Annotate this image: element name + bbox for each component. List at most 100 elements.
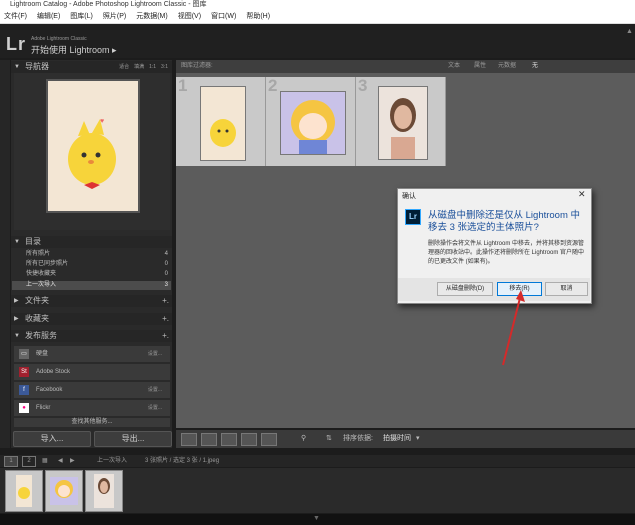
collections-label: 收藏夹 [25, 314, 49, 323]
collapsed-arrow-icon: ▶ [14, 298, 19, 304]
menu-edit[interactable]: 编辑(E) [37, 10, 60, 23]
portrait-filmstrip-art [94, 474, 114, 508]
publish-service-hard-drive[interactable]: ▭ 硬盘 设置... [14, 346, 170, 362]
menu-view[interactable]: 视图(V) [178, 10, 201, 23]
window-title-bar: Lightroom Catalog - Adobe Photoshop Ligh… [0, 0, 635, 10]
catalog-item-previous-import[interactable]: 上一次导入 3 [12, 281, 171, 290]
filmstrip-source[interactable]: 上一次导入 [97, 455, 127, 467]
zoom-fill[interactable]: 填满 [134, 64, 144, 70]
grid-cell[interactable]: 1 [176, 76, 266, 166]
zoom-3-1[interactable]: 3:1 [161, 64, 168, 70]
back-icon[interactable]: ◀ [58, 455, 63, 467]
sort-direction-icon[interactable]: ⇅ [326, 430, 332, 448]
menu-photo[interactable]: 照片(P) [103, 10, 126, 23]
find-more-services-link[interactable]: 查找其他服务... [14, 418, 170, 427]
add-folder-icon[interactable]: +. [162, 295, 169, 307]
filmstrip-thumbnail[interactable] [45, 470, 83, 512]
folders-header[interactable]: ▶ 文件夹 +. [11, 295, 172, 307]
cell-index: 2 [268, 76, 278, 95]
menu-help[interactable]: 帮助(H) [246, 10, 270, 23]
grid-view-icon[interactable] [181, 433, 197, 446]
sort-dropdown-icon[interactable]: ▾ [416, 430, 420, 448]
import-button[interactable]: 导入... [13, 431, 91, 447]
navigator-header[interactable]: ▼ 导航器 适合 填满 1:1 3:1 [11, 61, 172, 73]
bottom-panel-toggle[interactable]: ▼ [0, 514, 635, 525]
expand-arrow-icon: ▼ [14, 333, 20, 339]
zoom-1-1[interactable]: 1:1 [149, 64, 156, 70]
collapsed-arrow-icon: ▶ [14, 316, 19, 322]
svg-text:♥: ♥ [100, 118, 104, 125]
catalog-label: 目录 [25, 237, 41, 246]
loupe-view-icon[interactable] [201, 433, 217, 446]
expand-arrow-icon: ▼ [14, 239, 20, 245]
catalog-header[interactable]: ▼ 目录 [11, 236, 172, 248]
photo-thumbnail[interactable] [378, 86, 428, 160]
identity-title[interactable]: 开始使用 Lightroom ▸ [31, 43, 117, 56]
anime-girl-thumbnail-art [291, 100, 335, 154]
people-view-icon[interactable] [261, 433, 277, 446]
adobe-stock-icon: St [19, 367, 29, 377]
chick-thumbnail-art [210, 119, 236, 147]
dialog-heading: 从磁盘中删除还是仅从 Lightroom 中移去 3 张选定的主体照片? [428, 210, 581, 233]
grid-cell[interactable]: 2 [266, 76, 356, 166]
filter-text[interactable]: 文本 [448, 60, 460, 73]
publish-service-facebook[interactable]: f Facebook 设置... [14, 382, 170, 398]
photo-thumbnail[interactable] [280, 91, 346, 155]
photo-thumbnail[interactable] [200, 86, 246, 161]
export-button[interactable]: 导出... [94, 431, 172, 447]
portrait-thumbnail-art [390, 98, 416, 159]
dialog-body: 删除操作会将文件从 Lightroom 中移去，并将其移到资源管理器的回收站中。… [428, 241, 585, 265]
lightroom-app-icon: Lr [405, 209, 421, 225]
filter-metadata[interactable]: 元数据 [498, 60, 516, 73]
chick-filmstrip-art [16, 475, 32, 507]
sort-select[interactable]: 拍摄时间 [383, 430, 411, 448]
menu-library[interactable]: 图库(L) [70, 10, 93, 23]
dialog-title: 确认 [402, 193, 416, 200]
survey-view-icon[interactable] [241, 433, 257, 446]
page-1-button[interactable]: 1 [4, 456, 18, 467]
anime-girl-filmstrip-art [50, 477, 78, 505]
filmstrip-thumbnail[interactable] [85, 470, 123, 512]
forward-icon[interactable]: ▶ [70, 455, 75, 467]
painter-icon[interactable]: ⚲ [301, 430, 306, 448]
filmstrip-thumbnail[interactable] [5, 470, 43, 512]
catalog-item-quick-collection[interactable]: 快捷收藏夹 0 [12, 270, 171, 279]
left-panel-edge[interactable] [0, 60, 10, 448]
zoom-fit[interactable]: 适合 [119, 64, 129, 70]
expand-arrow-icon: ▼ [14, 64, 20, 70]
add-collection-icon[interactable]: +. [162, 313, 169, 325]
identity-title-text: 开始使用 Lightroom [31, 45, 110, 55]
publish-service-flickr[interactable]: ● Flickr 设置... [14, 400, 170, 416]
catalog-item-all-photos[interactable]: 所有照片 4 [12, 250, 171, 259]
navigator-zoom-options: 适合 填满 1:1 3:1 [114, 61, 168, 73]
navigator-label: 导航器 [25, 62, 49, 71]
find-more-services-label: 查找其他服务... [71, 419, 113, 425]
folders-label: 文件夹 [25, 296, 49, 305]
cancel-button[interactable]: 取消 [545, 282, 588, 296]
grid-toolbar: ⚲ ⇅ 排序依据: 拍摄时间 ▾ [176, 430, 635, 448]
grid-empty-area [446, 77, 635, 166]
page-2-button[interactable]: 2 [22, 456, 36, 467]
collapse-bottom-icon[interactable]: ▼ [313, 515, 320, 522]
menu-metadata[interactable]: 元数据(M) [136, 10, 168, 23]
publish-services-label: 发布服务 [25, 331, 57, 340]
navigator-image: ♥ [46, 79, 140, 213]
delete-from-disk-button[interactable]: 从磁盘删除(D) [437, 282, 493, 296]
add-service-icon[interactable]: +. [162, 330, 169, 342]
collections-header[interactable]: ▶ 收藏夹 +. [11, 313, 172, 325]
catalog-item-synced[interactable]: 所有已同步照片 0 [12, 260, 171, 269]
menu-window[interactable]: 窗口(W) [211, 10, 236, 23]
filter-attribute[interactable]: 属性 [474, 60, 486, 73]
menu-file[interactable]: 文件(F) [4, 10, 27, 23]
flickr-icon: ● [19, 403, 29, 413]
publish-service-adobe-stock[interactable]: St Adobe Stock [14, 364, 170, 380]
publish-services-header[interactable]: ▼ 发布服务 +. [11, 330, 172, 342]
collapse-top-icon[interactable]: ▲ [626, 28, 633, 35]
close-icon[interactable]: ✕ [578, 189, 586, 200]
cell-index: 1 [178, 76, 188, 95]
grid-cell[interactable]: 3 [356, 76, 446, 166]
grid-icon[interactable]: ▦ [42, 455, 48, 467]
filter-none[interactable]: 无 [532, 60, 538, 73]
compare-view-icon[interactable] [221, 433, 237, 446]
sort-label: 排序依据: [343, 435, 373, 442]
